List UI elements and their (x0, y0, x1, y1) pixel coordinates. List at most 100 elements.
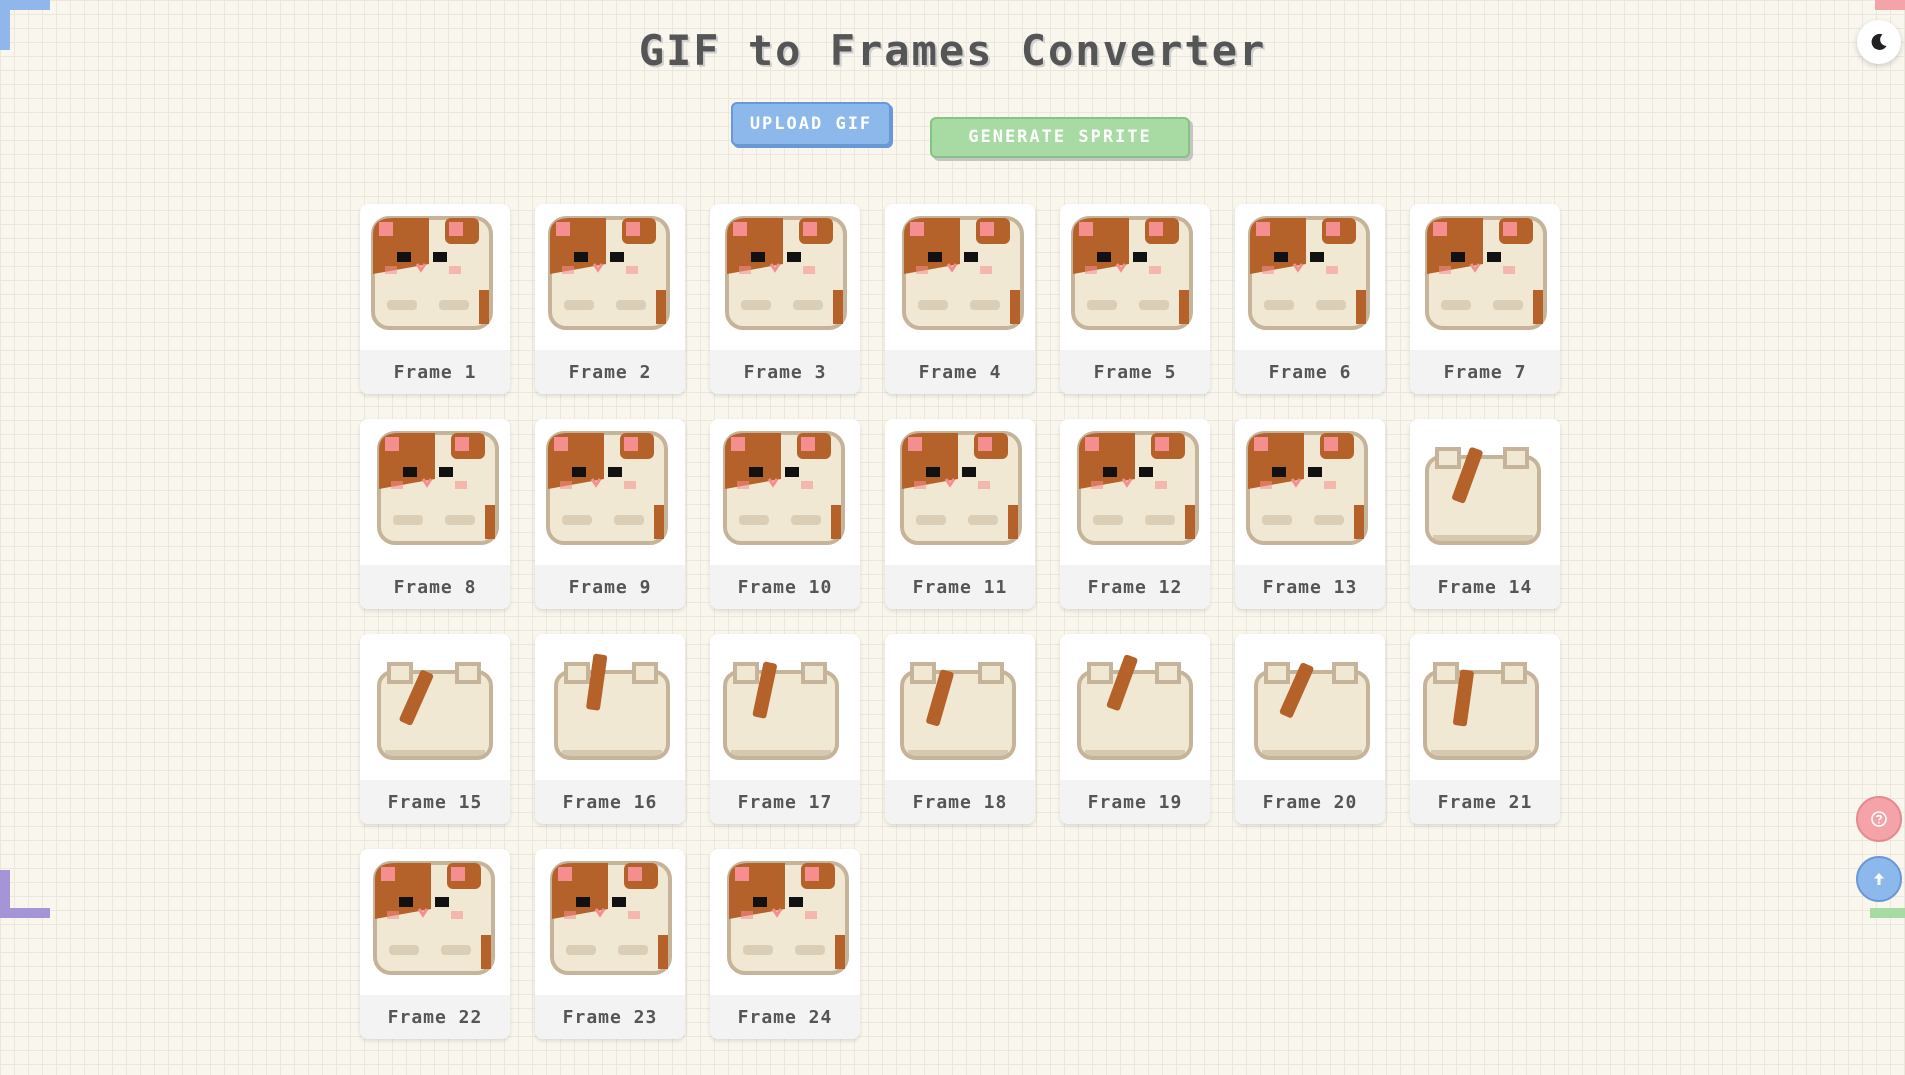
cat-back-icon (1425, 447, 1541, 545)
frame-label: Frame 22 (360, 995, 510, 1039)
cat-back-icon (554, 653, 670, 760)
frame-card[interactable]: Frame 20 (1235, 634, 1385, 824)
frame-thumbnail (535, 634, 685, 780)
frame-thumbnail (360, 419, 510, 565)
frame-label: Frame 24 (710, 995, 860, 1039)
frame-label: Frame 13 (1235, 565, 1385, 609)
cat-back-icon (1423, 662, 1539, 760)
cat-face-icon (1248, 216, 1370, 330)
upload-gif-button[interactable]: UPLOAD GIF (731, 102, 891, 146)
frame-card[interactable]: Frame 13 (1235, 419, 1385, 609)
cat-face-icon (727, 861, 849, 975)
frame-card[interactable]: Frame 21 (1410, 634, 1560, 824)
frame-card[interactable]: Frame 1 (360, 204, 510, 394)
frame-label: Frame 15 (360, 780, 510, 824)
frame-thumbnail (710, 204, 860, 350)
cat-face-icon (900, 431, 1022, 545)
cat-face-icon (1246, 431, 1368, 545)
frame-label: Frame 7 (1410, 350, 1560, 394)
corner-decoration-bottom-left (0, 908, 50, 918)
frame-card[interactable]: Frame 11 (885, 419, 1035, 609)
cat-back-icon (1077, 654, 1193, 760)
scroll-top-button[interactable] (1856, 856, 1902, 902)
cat-face-icon (1425, 216, 1547, 330)
frame-label: Frame 21 (1410, 780, 1560, 824)
frame-label: Frame 10 (710, 565, 860, 609)
frame-card[interactable]: Frame 3 (710, 204, 860, 394)
generate-sprite-button[interactable]: GENERATE SPRITE (930, 117, 1190, 158)
frame-card[interactable]: Frame 19 (1060, 634, 1210, 824)
frame-thumbnail (885, 204, 1035, 350)
moon-icon (1871, 33, 1887, 50)
corner-decoration-bottom-right (1870, 908, 1905, 918)
frame-card[interactable]: Frame 6 (1235, 204, 1385, 394)
frame-card[interactable]: Frame 18 (885, 634, 1035, 824)
frame-card[interactable]: Frame 15 (360, 634, 510, 824)
frame-card[interactable]: Frame 8 (360, 419, 510, 609)
cat-face-icon (373, 861, 495, 975)
frame-label: Frame 23 (535, 995, 685, 1039)
frame-thumbnail (1060, 419, 1210, 565)
frame-label: Frame 14 (1410, 565, 1560, 609)
frame-thumbnail (535, 849, 685, 995)
frame-thumbnail (360, 204, 510, 350)
frame-thumbnail (1235, 634, 1385, 780)
frame-label: Frame 2 (535, 350, 685, 394)
frame-label: Frame 16 (535, 780, 685, 824)
frame-card[interactable]: Frame 16 (535, 634, 685, 824)
frame-thumbnail (535, 419, 685, 565)
frame-thumbnail (885, 634, 1035, 780)
cat-back-icon (723, 661, 839, 760)
help-button[interactable] (1856, 796, 1902, 842)
frame-label: Frame 5 (1060, 350, 1210, 394)
frame-label: Frame 17 (710, 780, 860, 824)
frame-card[interactable]: Frame 7 (1410, 204, 1560, 394)
frame-thumbnail (1060, 204, 1210, 350)
cat-face-icon (902, 216, 1024, 330)
frame-card[interactable]: Frame 10 (710, 419, 860, 609)
frame-thumbnail (360, 634, 510, 780)
frame-card[interactable]: Frame 5 (1060, 204, 1210, 394)
cat-face-icon (546, 431, 668, 545)
frame-label: Frame 19 (1060, 780, 1210, 824)
cat-face-icon (723, 431, 845, 545)
frame-label: Frame 20 (1235, 780, 1385, 824)
cat-face-icon (550, 861, 672, 975)
frame-card[interactable]: Frame 23 (535, 849, 685, 1039)
frame-card[interactable]: Frame 17 (710, 634, 860, 824)
cat-back-icon (377, 662, 493, 760)
frame-thumbnail (710, 634, 860, 780)
frame-thumbnail (1235, 204, 1385, 350)
cat-face-icon (725, 216, 847, 330)
page-title: GIF to Frames Converter (638, 26, 1267, 75)
frame-thumbnail (1235, 419, 1385, 565)
frame-label: Frame 12 (1060, 565, 1210, 609)
frame-card[interactable]: Frame 24 (710, 849, 860, 1039)
cat-face-icon (377, 431, 499, 545)
frame-label: Frame 18 (885, 780, 1035, 824)
frame-thumbnail (1410, 204, 1560, 350)
frame-card[interactable]: Frame 9 (535, 419, 685, 609)
frame-thumbnail (1060, 634, 1210, 780)
cat-face-icon (1071, 216, 1193, 330)
cat-back-icon (1254, 662, 1370, 760)
frame-label: Frame 8 (360, 565, 510, 609)
frame-card[interactable]: Frame 2 (535, 204, 685, 394)
frame-thumbnail (360, 849, 510, 995)
arrow-up-icon (1874, 873, 1884, 885)
frame-card[interactable]: Frame 14 (1410, 419, 1560, 609)
theme-toggle-button[interactable] (1857, 20, 1901, 64)
frame-thumbnail (1410, 634, 1560, 780)
frame-thumbnail (1410, 419, 1560, 565)
cat-back-icon (900, 662, 1016, 760)
cat-face-icon (1077, 431, 1199, 545)
frame-label: Frame 1 (360, 350, 510, 394)
frame-card[interactable]: Frame 4 (885, 204, 1035, 394)
frame-label: Frame 6 (1235, 350, 1385, 394)
frames-grid: Frame 1 Frame 2 Frame 3 Frame 4 Frame 5 … (360, 204, 1560, 1039)
corner-decoration-top-right (1875, 0, 1905, 10)
frame-card[interactable]: Frame 12 (1060, 419, 1210, 609)
frame-thumbnail (885, 419, 1035, 565)
frame-card[interactable]: Frame 22 (360, 849, 510, 1039)
help-icon (1871, 811, 1887, 827)
